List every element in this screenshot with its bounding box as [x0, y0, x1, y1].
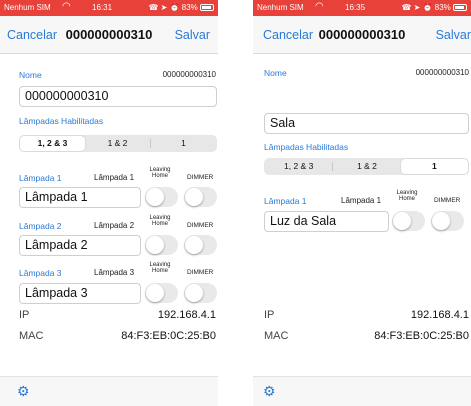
segment-1-2[interactable]: 1 & 2 [85, 136, 150, 151]
battery-percent: 83% [181, 3, 198, 12]
lamp-3-side-label: Lâmpada 3 [94, 268, 135, 277]
segment-1-2[interactable]: 1 & 2 [333, 159, 400, 174]
leaving-home-caption: Leaving Home [396, 190, 418, 202]
name-input[interactable]: 000000000310 [19, 86, 217, 107]
lamp-1-side-label: Lâmpada 1 [94, 173, 135, 182]
dimmer-caption: DIMMER [434, 197, 461, 204]
device-id: 000000000310 [162, 70, 216, 79]
lamp-2-dimmer-toggle[interactable] [184, 235, 217, 255]
battery-icon [200, 4, 214, 11]
dimmer-caption: DIMMER [187, 174, 214, 181]
save-button[interactable]: Salvar [175, 28, 210, 42]
lamp-1-label: Lâmpada 1 [19, 173, 62, 183]
battery-percent: 83% [434, 3, 451, 12]
segment-1-2-3[interactable]: 1, 2 & 3 [265, 159, 332, 174]
clock: 16:35 [345, 3, 366, 12]
save-button[interactable]: Salvar [436, 28, 471, 42]
name-label: Nome [19, 70, 42, 80]
leaving-home-caption: Leaving Home [149, 215, 171, 227]
lamp-3-label: Lâmpada 3 [19, 268, 62, 278]
enabled-lamps-label: Lâmpadas Habilitadas [264, 142, 349, 152]
gear-icon[interactable]: ⚙ [17, 384, 30, 398]
segment-1[interactable]: 1 [151, 136, 216, 151]
wifi-icon: ◠ [62, 1, 71, 12]
phone-screen-left: Nenhum SIM ◠ 16:31 ☎ ➤ ⏰ 83% Cancelar 00… [0, 0, 218, 406]
device-id: 000000000310 [415, 68, 469, 77]
lamp-2-leaving-home-toggle[interactable] [145, 235, 178, 255]
lamp-2-name-input[interactable]: Lâmpada 2 [19, 235, 141, 256]
lamp-3-leaving-home-toggle[interactable] [145, 283, 178, 303]
mac-value: 84:F3:EB:0C:25:B0 [121, 330, 216, 342]
mac-label: MAC [264, 330, 289, 342]
phone-screen-right: Nenhum SIM ◠ 16:35 ☎ ➤ ⏰ 83% Cancelar 00… [253, 0, 471, 406]
ip-value: 192.168.4.1 [157, 309, 216, 321]
status-bar: Nenhum SIM ◠ 16:35 ☎ ➤ ⏰ 83% [253, 0, 471, 16]
lamp-2-side-label: Lâmpada 2 [94, 221, 135, 230]
lamp-1-leaving-home-toggle[interactable] [392, 211, 425, 231]
ip-label: IP [19, 309, 30, 321]
carrier-label: Nenhum SIM [257, 3, 304, 12]
nav-bar: Cancelar 000000000310 Salvar [0, 16, 218, 54]
battery-icon [453, 4, 467, 11]
clock: 16:31 [92, 3, 113, 12]
leaving-home-caption: Leaving Home [149, 262, 171, 274]
segment-1-2-3[interactable]: 1, 2 & 3 [20, 136, 85, 151]
nav-bar: Cancelar 000000000310 Salvar [253, 16, 471, 54]
mac-value: 84:F3:EB:0C:25:B0 [374, 330, 469, 342]
status-right: ☎ ➤ ⏰ 83% [148, 3, 214, 12]
lamp-3-dimmer-toggle[interactable] [184, 283, 217, 303]
lamp-1-name-input[interactable]: Lâmpada 1 [19, 187, 141, 208]
dimmer-caption: DIMMER [187, 269, 214, 276]
wifi-icon: ◠ [315, 1, 324, 12]
lamp-1-label: Lâmpada 1 [264, 196, 307, 206]
ip-value: 192.168.4.1 [410, 309, 469, 321]
lamp-count-segmented-control[interactable]: 1, 2 & 3 1 & 2 1 [19, 135, 217, 152]
lamp-1-dimmer-toggle[interactable] [431, 211, 464, 231]
enabled-lamps-label: Lâmpadas Habilitadas [19, 116, 104, 126]
segment-1[interactable]: 1 [400, 159, 468, 174]
gear-icon[interactable]: ⚙ [263, 384, 276, 398]
lamp-count-segmented-control[interactable]: 1, 2 & 3 1 & 2 1 [264, 158, 469, 175]
lamp-3-name-input[interactable]: Lâmpada 3 [19, 283, 141, 304]
ip-label: IP [264, 309, 275, 321]
bottom-toolbar: ⚙ [0, 376, 218, 406]
dimmer-caption: DIMMER [187, 222, 214, 229]
lamp-2-label: Lâmpada 2 [19, 221, 62, 231]
name-input[interactable]: Sala [264, 113, 469, 134]
status-bar: Nenhum SIM ◠ 16:31 ☎ ➤ ⏰ 83% [0, 0, 218, 16]
lamp-1-name-input[interactable]: Luz da Sala [264, 211, 389, 232]
carrier-label: Nenhum SIM [4, 3, 51, 12]
bottom-toolbar: ⚙ [253, 376, 471, 406]
name-label: Nome [264, 68, 287, 78]
status-right: ☎ ➤ ⏰ 83% [401, 3, 467, 12]
lamp-1-dimmer-toggle[interactable] [184, 187, 217, 207]
mac-label: MAC [19, 330, 44, 342]
lamp-1-side-label: Lâmpada 1 [341, 196, 382, 205]
leaving-home-caption: Leaving Home [149, 167, 171, 179]
lamp-1-leaving-home-toggle[interactable] [145, 187, 178, 207]
